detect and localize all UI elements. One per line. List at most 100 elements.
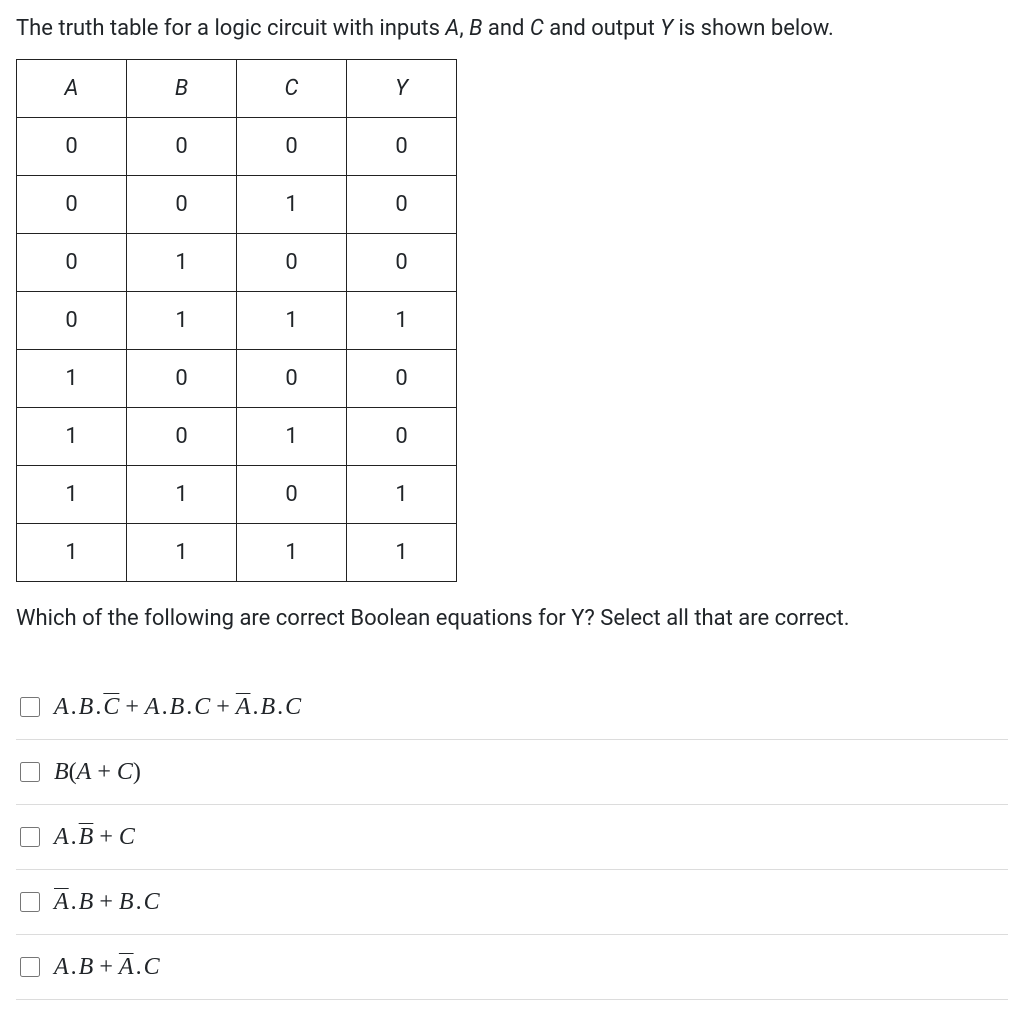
- option-1-expression: A.B.C+A.B.C+A.B.C: [54, 689, 301, 725]
- term: C: [117, 754, 133, 790]
- table-cell: 0: [347, 234, 457, 292]
- table-cell: 0: [237, 466, 347, 524]
- dot-icon: .: [160, 689, 170, 725]
- option-2-expression: B(A+C): [54, 754, 141, 790]
- dot-icon: .: [69, 689, 79, 725]
- header-a: A: [17, 60, 127, 118]
- table-cell: 0: [347, 176, 457, 234]
- table-row: 1101: [17, 466, 457, 524]
- table-cell: 1: [17, 350, 127, 408]
- plus-icon: +: [93, 949, 119, 985]
- term: A: [145, 689, 160, 725]
- term: B: [170, 689, 185, 725]
- term: B: [79, 884, 94, 920]
- var-c: C: [530, 16, 544, 41]
- table-cell: 0: [237, 234, 347, 292]
- term: B: [260, 689, 275, 725]
- term: B: [79, 949, 94, 985]
- table-cell: 1: [17, 524, 127, 582]
- table-row: 0010: [17, 176, 457, 234]
- table-cell: 1: [237, 524, 347, 582]
- table-cell: 1: [237, 292, 347, 350]
- table-cell: 0: [127, 408, 237, 466]
- question-intro: The truth table for a logic circuit with…: [16, 12, 1008, 45]
- table-row: 1111: [17, 524, 457, 582]
- table-cell: 0: [127, 176, 237, 234]
- term: C: [285, 689, 301, 725]
- table-cell: 0: [347, 118, 457, 176]
- sep3: and output: [544, 16, 660, 41]
- var-y: Y: [660, 16, 673, 41]
- term: A: [54, 689, 69, 725]
- table-row: 1010: [17, 408, 457, 466]
- option-5: A.B+A.C: [16, 935, 1008, 1000]
- dot-icon: .: [250, 689, 260, 725]
- table-cell: 1: [347, 292, 457, 350]
- dot-icon: .: [275, 689, 285, 725]
- header-y: Y: [347, 60, 457, 118]
- term-overline: B: [79, 819, 94, 855]
- option-2: B(A+C): [16, 740, 1008, 805]
- term: B: [79, 689, 94, 725]
- table-cell: 1: [347, 524, 457, 582]
- option-4-expression: A.B+B.C: [54, 884, 160, 920]
- question-prompt: Which of the following are correct Boole…: [16, 602, 1008, 635]
- option-5-checkbox[interactable]: [20, 957, 40, 977]
- intro-pre: The truth table for a logic circuit with…: [16, 16, 445, 41]
- table-row: 0100: [17, 234, 457, 292]
- plus-icon: +: [119, 689, 145, 725]
- option-3-checkbox[interactable]: [20, 827, 40, 847]
- table-row: 0000: [17, 118, 457, 176]
- table-header-row: A B C Y: [17, 60, 457, 118]
- option-3: A.B+C: [16, 805, 1008, 870]
- term-overline: A: [236, 689, 251, 725]
- table-cell: 0: [17, 234, 127, 292]
- term: A: [77, 754, 92, 790]
- term-overline: C: [103, 689, 119, 725]
- option-5-expression: A.B+A.C: [54, 949, 160, 985]
- term: B: [119, 884, 134, 920]
- option-1: A.B.C+A.B.C+A.B.C: [16, 675, 1008, 740]
- table-cell: 0: [237, 118, 347, 176]
- table-cell: 0: [127, 118, 237, 176]
- term: A: [54, 949, 69, 985]
- truth-table: A B C Y 00000010010001111000101011011111: [16, 59, 457, 582]
- dot-icon: .: [93, 689, 103, 725]
- term: C: [194, 689, 210, 725]
- dot-icon: .: [69, 819, 79, 855]
- table-row: 0111: [17, 292, 457, 350]
- option-2-checkbox[interactable]: [20, 762, 40, 782]
- dot-icon: .: [69, 884, 79, 920]
- option-3-expression: A.B+C: [54, 819, 135, 855]
- term: C: [144, 949, 160, 985]
- table-row: 1000: [17, 350, 457, 408]
- table-cell: 1: [127, 524, 237, 582]
- option-4-checkbox[interactable]: [20, 892, 40, 912]
- term: C: [144, 884, 160, 920]
- table-cell: 0: [347, 350, 457, 408]
- term: C: [119, 819, 135, 855]
- table-cell: 0: [17, 176, 127, 234]
- intro-post: is shown below.: [673, 16, 834, 41]
- plus-icon: +: [93, 884, 119, 920]
- table-cell: 0: [17, 292, 127, 350]
- table-cell: 1: [127, 234, 237, 292]
- table-cell: 1: [127, 292, 237, 350]
- table-cell: 1: [237, 408, 347, 466]
- option-1-checkbox[interactable]: [20, 697, 40, 717]
- var-b: B: [469, 16, 482, 41]
- var-a: A: [445, 16, 459, 41]
- paren-open: (: [69, 754, 77, 790]
- header-c: C: [237, 60, 347, 118]
- table-cell: 0: [17, 118, 127, 176]
- option-4: A.B+B.C: [16, 870, 1008, 935]
- table-cell: 0: [127, 350, 237, 408]
- table-cell: 1: [127, 466, 237, 524]
- table-cell: 1: [17, 466, 127, 524]
- table-cell: 1: [17, 408, 127, 466]
- term: B: [54, 754, 69, 790]
- term-overline: A: [54, 884, 69, 920]
- plus-icon: +: [210, 689, 236, 725]
- dot-icon: .: [134, 884, 144, 920]
- dot-icon: .: [69, 949, 79, 985]
